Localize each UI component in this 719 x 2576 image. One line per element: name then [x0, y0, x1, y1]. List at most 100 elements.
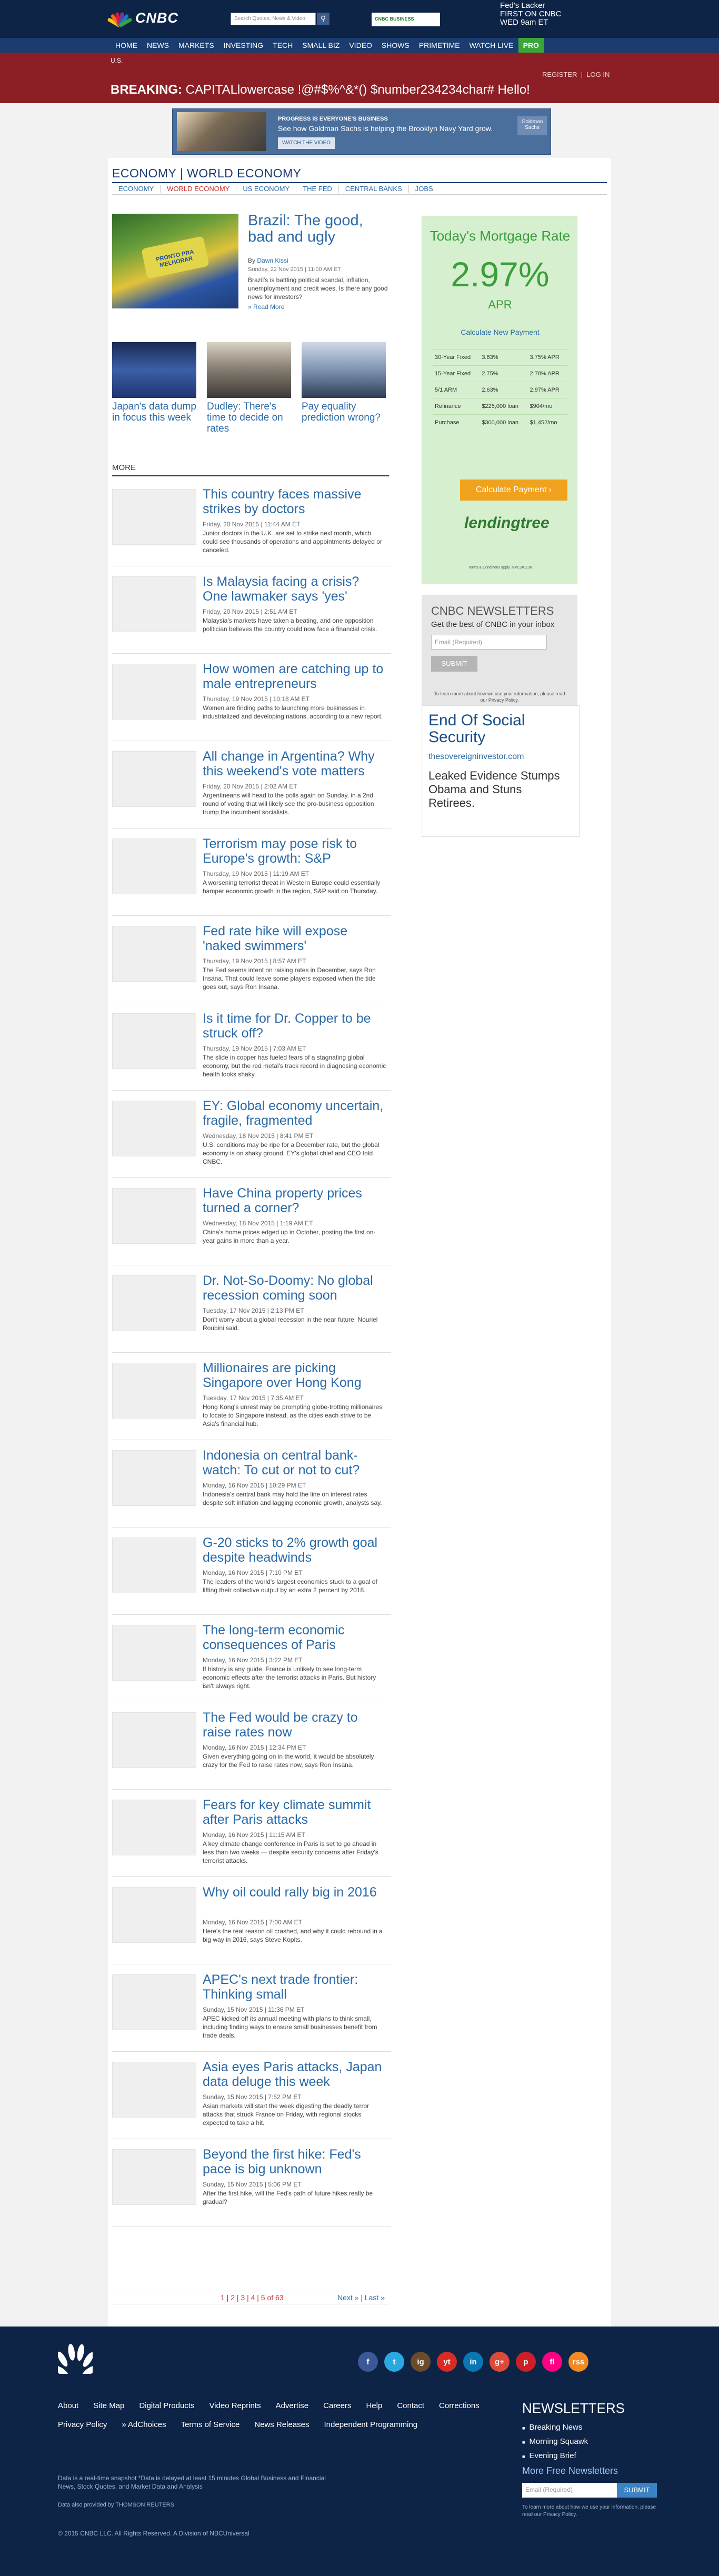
subnav-world-economy[interactable]: WORLD ECONOMY	[161, 185, 237, 193]
subnav-central-banks[interactable]: CENTRAL BANKS	[339, 185, 409, 193]
list-item[interactable]: This country faces massive strikes by do…	[112, 487, 391, 574]
cnbc-logo[interactable]: CNBC	[107, 7, 178, 28]
table-row[interactable]: 30-Year Fixed 3.63% 3.75% APR	[433, 349, 567, 366]
newsletter-option[interactable]: Breaking News	[522, 2423, 659, 2432]
trio-card[interactable]: Japan's data dump in focus this week	[112, 342, 196, 423]
newsletter-option[interactable]: Evening Brief	[522, 2451, 659, 2460]
story-thumbnail[interactable]	[112, 1800, 196, 1855]
story-headline[interactable]: Indonesia on central bank-watch: To cut …	[203, 1448, 387, 1477]
story-headline[interactable]: Why oil could rally big in 2016	[203, 1885, 387, 1900]
story-thumbnail[interactable]	[112, 1712, 196, 1768]
footer-link[interactable]: About	[58, 2401, 78, 2410]
brand-box[interactable]: CNBC BUSINESS	[372, 13, 440, 26]
list-item[interactable]: Is it time for Dr. Copper to be struck o…	[112, 1011, 391, 1099]
rss-icon[interactable]: rss	[568, 2352, 588, 2372]
list-item[interactable]: The long-term economic consequences of P…	[112, 1623, 391, 1710]
footer-link[interactable]: Terms of Service	[181, 2420, 240, 2429]
story-thumbnail[interactable]	[112, 1363, 196, 1419]
nav-shows[interactable]: SHOWS	[377, 38, 414, 53]
footer-link[interactable]: Help	[366, 2401, 382, 2410]
story-headline[interactable]: Have China property prices turned a corn…	[203, 1186, 387, 1215]
footer-peacock-icon[interactable]	[54, 2342, 97, 2377]
story-headline[interactable]: Fed rate hike will expose 'naked swimmer…	[203, 924, 387, 953]
story-headline[interactable]: Dr. Not-So-Doomy: No global recession co…	[203, 1273, 387, 1303]
list-item[interactable]: Have China property prices turned a corn…	[112, 1186, 391, 1273]
footer-link[interactable]: Advertise	[276, 2401, 309, 2410]
nav-primetime[interactable]: PRIMETIME	[414, 38, 465, 53]
login-link[interactable]: LOG IN	[586, 71, 610, 78]
side-ad-headline[interactable]: End Of Social Security	[428, 712, 576, 746]
nav-markets[interactable]: MARKETS	[174, 38, 219, 53]
trio-card[interactable]: Pay equality prediction wrong?	[302, 342, 386, 423]
read-more-link[interactable]: » Read More	[248, 303, 284, 311]
breaking-news-bar[interactable]: U.S. REGISTER | LOG IN BREAKING: CAPITAL…	[0, 53, 719, 103]
side-ad-url[interactable]: thesovereigninvestor.com	[428, 752, 524, 762]
story-headline[interactable]: Fears for key climate summit after Paris…	[203, 1798, 387, 1827]
nav-watch-live[interactable]: WATCH LIVE	[465, 38, 518, 53]
top-banner-ad[interactable]: PROGRESS IS EVERYONE'S BUSINESS See how …	[172, 108, 551, 155]
list-item[interactable]: Indonesia on central bank-watch: To cut …	[112, 1448, 391, 1535]
story-thumbnail[interactable]	[112, 1101, 196, 1156]
submit-button[interactable]: SUBMIT	[431, 656, 477, 672]
trio-title[interactable]: Pay equality prediction wrong?	[302, 401, 386, 423]
footer-link[interactable]: Digital Products	[139, 2401, 194, 2410]
list-item[interactable]: Asia eyes Paris attacks, Japan data delu…	[112, 2060, 391, 2147]
table-row[interactable]: Purchase $300,000 loan $1,452/mo	[433, 414, 567, 431]
story-thumbnail[interactable]	[112, 664, 196, 720]
story-headline[interactable]: The long-term economic consequences of P…	[203, 1623, 387, 1652]
story-headline[interactable]: The Fed would be crazy to raise rates no…	[203, 1710, 387, 1740]
table-row[interactable]: Refinance $225,000 loan $904/mo	[433, 398, 567, 415]
story-thumbnail[interactable]	[112, 1013, 196, 1069]
breaking-text[interactable]: BREAKING: CAPITALlowercase !@#$%^&*() $n…	[111, 83, 530, 97]
footer-link[interactable]: News Releases	[254, 2420, 309, 2429]
story-thumbnail[interactable]	[112, 1450, 196, 1506]
pinterest-icon[interactable]: p	[516, 2352, 536, 2372]
trio-title[interactable]: Dudley: There's time to decide on rates	[207, 401, 291, 434]
ad-cta[interactable]: WATCH THE VIDEO	[278, 137, 335, 149]
footer-link[interactable]: Careers	[323, 2401, 351, 2410]
story-headline[interactable]: This country faces massive strikes by do…	[203, 487, 387, 516]
register-link[interactable]: REGISTER	[542, 71, 577, 78]
show-promo[interactable]: Fed's Lacker FIRST ON CNBC WED 9am ET	[500, 2, 637, 27]
story-headline[interactable]: All change in Argentina? Why this weeken…	[203, 749, 387, 778]
story-headline[interactable]: Terrorism may pose risk to Europe's grow…	[203, 836, 387, 866]
calculate-new-payment-link[interactable]: Calculate New Payment	[422, 328, 578, 336]
newsletter-option[interactable]: Morning Squawk	[522, 2437, 659, 2446]
footer-link[interactable]: Contact	[397, 2401, 424, 2410]
subnav-economy[interactable]: ECONOMY	[112, 185, 161, 193]
subnav-jobs[interactable]: JOBS	[409, 185, 440, 193]
subnav-the-fed[interactable]: THE FED	[296, 185, 339, 193]
story-thumbnail[interactable]	[112, 1625, 196, 1681]
footer-link[interactable]: Independent Programming	[324, 2420, 418, 2429]
story-thumbnail[interactable]	[112, 751, 196, 807]
instagram-icon[interactable]: ig	[411, 2352, 431, 2372]
story-headline[interactable]: Beyond the first hike: Fed's pace is big…	[203, 2147, 387, 2176]
trio-title[interactable]: Japan's data dump in focus this week	[112, 401, 196, 423]
list-item[interactable]: Terrorism may pose risk to Europe's grow…	[112, 836, 391, 924]
footer-link[interactable]: Privacy Policy	[58, 2420, 107, 2429]
linkedin-icon[interactable]: in	[463, 2352, 483, 2372]
author-link[interactable]: Dawn Kissi	[257, 257, 288, 264]
list-item[interactable]: How women are catching up to male entrep…	[112, 662, 391, 749]
list-item[interactable]: Beyond the first hike: Fed's pace is big…	[112, 2147, 391, 2234]
footer-link[interactable]: Corrections	[439, 2401, 480, 2410]
side-ad[interactable]: End Of Social Security thesovereigninves…	[422, 705, 580, 837]
list-item[interactable]: Dr. Not-So-Doomy: No global recession co…	[112, 1273, 391, 1361]
trio-card[interactable]: Dudley: There's time to decide on rates	[207, 342, 291, 434]
list-item[interactable]: The Fed would be crazy to raise rates no…	[112, 1710, 391, 1798]
lendingtree-logo[interactable]: lendingtree	[464, 514, 550, 532]
footer-link[interactable]: Site Map	[93, 2401, 124, 2410]
twitter-icon[interactable]: t	[384, 2352, 404, 2372]
story-thumbnail[interactable]	[112, 1275, 196, 1331]
story-headline[interactable]: Asia eyes Paris attacks, Japan data delu…	[203, 2060, 387, 2089]
story-thumbnail[interactable]	[112, 838, 196, 894]
story-headline[interactable]: Millionaires are picking Singapore over …	[203, 1361, 387, 1390]
footer-privacy-note[interactable]: To learn more about how we use your info…	[522, 2504, 659, 2519]
featured-image[interactable]: PRONTO PRA MELHORAR	[112, 214, 238, 308]
search-input[interactable]: Search Quotes, News & Video	[231, 13, 316, 25]
table-row[interactable]: 15-Year Fixed 2.75% 2.78% APR	[433, 365, 567, 382]
nav-tech[interactable]: TECH	[268, 38, 297, 53]
page-numbers[interactable]: 1 | 2 | 3 | 4 | 5 of 63	[221, 2293, 284, 2302]
list-item[interactable]: All change in Argentina? Why this weeken…	[112, 749, 391, 836]
footer-link[interactable]: » AdChoices	[122, 2420, 166, 2429]
